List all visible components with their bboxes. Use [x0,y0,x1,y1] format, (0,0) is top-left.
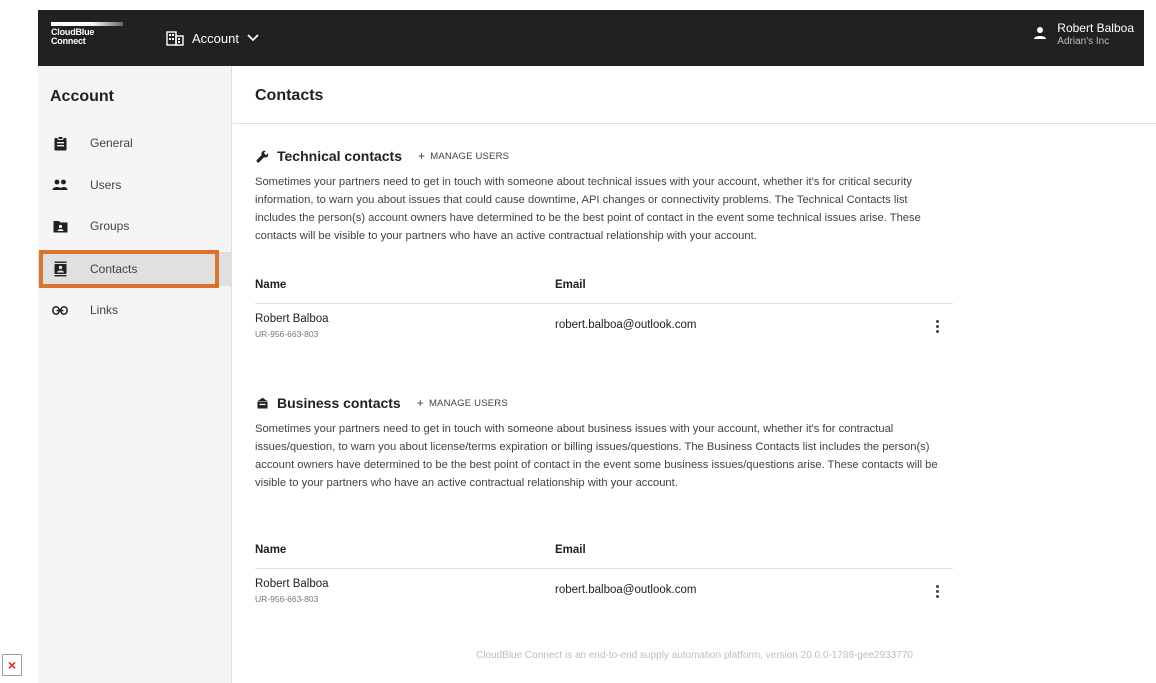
business-icon [255,396,269,410]
user-menu[interactable]: Robert Balboa Adrian's Inc [1033,22,1134,48]
column-header-email: Email [555,279,586,291]
logo-bar [51,22,123,26]
table-header: Name Email [255,531,953,569]
contact-email: robert.balboa@outlook.com [555,584,697,596]
content-header: Contacts [233,66,1156,124]
column-header-email: Email [555,544,586,556]
sidebar-item-groups[interactable]: Groups [38,209,232,243]
column-header-name: Name [255,544,287,556]
contact-name: Robert Balboa [255,313,329,325]
contact-id: UR-956-663-803 [255,594,319,604]
left-margin [0,0,38,683]
sidebar-item-general[interactable]: General [38,126,232,160]
technical-contacts-title: Technical contacts [277,148,403,164]
top-bar: CloudBlue Connect Account Robert Balboa … [38,10,1144,66]
sidebar: Account General Users Groups Contacts Li… [38,66,232,683]
technical-contacts-section: Technical contacts + MANAGE USERS Someti… [255,146,955,245]
more-vert-icon[interactable] [929,316,945,336]
sidebar-item-label: Users [90,178,122,192]
broken-image-icon: × [2,654,22,676]
clipboard-icon [52,135,68,151]
page-title: Contacts [255,87,324,104]
technical-manage-users-button[interactable]: + MANAGE USERS [418,149,510,163]
sidebar-item-users[interactable]: Users [38,168,232,202]
contact-id: UR-956-663-803 [255,329,319,339]
account-switcher[interactable]: Account [166,26,259,50]
account-switcher-label: Account [192,30,239,46]
business-contacts-title: Business contacts [277,395,401,411]
business-contacts-table: Name Email Robert Balboa UR-956-663-803 … [255,531,953,615]
chevron-down-icon [247,34,259,42]
more-vert-icon[interactable] [929,581,945,601]
logo-text-line2: Connect [51,36,86,46]
user-name: Robert Balboa [1057,21,1134,35]
wrench-icon [255,149,269,163]
sidebar-item-label: Links [90,303,119,317]
contact-email: robert.balboa@outlook.com [555,319,697,331]
sidebar-item-links[interactable]: Links [38,293,232,327]
folder-group-icon [52,218,68,234]
business-manage-users-button[interactable]: + MANAGE USERS [416,396,508,410]
manage-users-label: MANAGE USERS [428,397,508,409]
user-company: Adrian's Inc [1057,36,1110,47]
table-row: Robert Balboa UR-956-663-803 robert.balb… [255,304,953,350]
person-icon [1033,26,1047,45]
technical-contacts-table: Name Email Robert Balboa UR-956-663-803 … [255,266,953,350]
manage-users-label: MANAGE USERS [430,150,510,162]
business-contacts-section: Business contacts + MANAGE USERS Sometim… [255,393,955,492]
link-icon [52,302,68,318]
users-icon [52,177,68,193]
contact-card-icon [52,261,68,277]
sidebar-item-label: General [90,136,133,150]
building-icon [166,30,184,46]
sidebar-title: Account [50,88,114,105]
sidebar-item-label: Groups [90,219,130,233]
plus-icon: + [416,396,424,410]
cloudblue-logo[interactable]: CloudBlue Connect [51,22,125,54]
business-contacts-description: Sometimes your partners need to get in t… [255,423,938,489]
contact-name: Robert Balboa [255,578,329,590]
sidebar-item-label: Contacts [90,262,138,276]
sidebar-item-contacts[interactable]: Contacts [38,252,232,286]
column-header-name: Name [255,279,287,291]
table-row: Robert Balboa UR-956-663-803 robert.balb… [255,569,953,615]
table-header: Name Email [255,266,953,304]
technical-contacts-description: Sometimes your partners need to get in t… [255,176,921,242]
plus-icon: + [418,149,426,163]
footer-version-text: CloudBlue Connect is an end-to-end suppl… [476,650,913,661]
